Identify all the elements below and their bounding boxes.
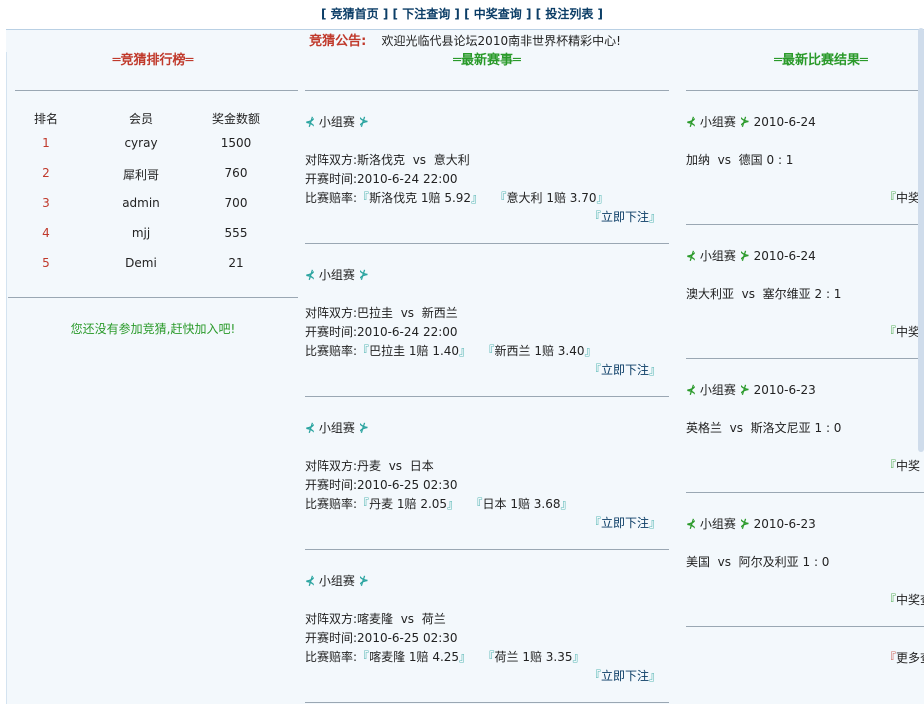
- rank-user: mjj: [131, 226, 151, 240]
- arrow-right-icon: ⊁: [739, 115, 750, 129]
- results-column: ═最新比赛结果═ ⊀ 小组赛 ⊁ 2010-6-24 加纳 vs 德国 0 : …: [686, 52, 924, 704]
- odds-team-a-link[interactable]: 『斯洛伐克 1赔 5.92』: [357, 191, 483, 205]
- nav-home-link[interactable]: 竞猜首页: [331, 7, 379, 21]
- rank-user: admin: [122, 196, 160, 210]
- win-query-link[interactable]: 『中奖: [884, 323, 920, 340]
- ranking-row: 2 犀利哥 760: [42, 166, 248, 182]
- odds-team-a-link[interactable]: 『巴拉圭 1赔 1.40』: [357, 344, 471, 358]
- ranking-row: 1 cyray 1500: [42, 136, 252, 150]
- match-odds: 比赛赔率:『巴拉圭 1赔 1.40』 『新西兰 1赔 3.40』: [305, 344, 597, 358]
- arrow-left-icon: ⊀: [686, 517, 697, 531]
- odds-team-b-link[interactable]: 『日本 1赔 3.68』: [471, 497, 573, 511]
- result-divider: [686, 626, 924, 627]
- result-teams-score: 澳大利亚 vs 塞尔维亚 2 : 1: [686, 287, 842, 301]
- more-results-link[interactable]: 『更多查: [884, 649, 924, 666]
- ranking-bottom-divider: [8, 297, 298, 298]
- match-group-label: ⊀ 小组赛 ⊁: [305, 268, 369, 282]
- result-divider: [686, 358, 924, 359]
- arrow-right-icon: ⊁: [358, 421, 369, 435]
- matches-top-divider: [305, 90, 669, 91]
- win-query-link[interactable]: 『中奖: [884, 189, 920, 206]
- result-group-date: ⊀ 小组赛 ⊁ 2010-6-23: [686, 517, 816, 531]
- arrow-right-icon: ⊁: [739, 249, 750, 263]
- result-teams-score: 英格兰 vs 斯洛文尼亚 1 : 0: [686, 421, 842, 435]
- odds-team-b-link[interactable]: 『意大利 1赔 3.70』: [495, 191, 609, 205]
- bet-now-button[interactable]: 『立即下注』: [589, 361, 661, 378]
- match-group-label: ⊀ 小组赛 ⊁: [305, 421, 369, 435]
- result-group-date: ⊀ 小组赛 ⊁ 2010-6-23: [686, 383, 816, 397]
- arrow-left-icon: ⊀: [686, 249, 697, 263]
- results-top-divider: [686, 90, 924, 91]
- rank-user: 犀利哥: [122, 168, 159, 182]
- result-group-date: ⊀ 小组赛 ⊁ 2010-6-24: [686, 115, 816, 129]
- top-nav: [ 竞猜首页 ] [ 下注查询 ] [ 中奖查询 ] [ 投注列表 ]: [321, 7, 603, 21]
- match-time: 开赛时间:2010-6-24 22:00: [305, 172, 458, 186]
- win-query-link[interactable]: 『中奖查: [884, 591, 924, 608]
- result-divider: [686, 224, 924, 225]
- ranking-row: 4 mjj 555: [42, 226, 248, 240]
- arrow-right-icon: ⊁: [739, 517, 750, 531]
- odds-team-b-link[interactable]: 『新西兰 1赔 3.40』: [483, 344, 597, 358]
- arrow-left-icon: ⊀: [305, 268, 316, 282]
- arrow-right-icon: ⊁: [358, 268, 369, 282]
- match-group-label: ⊀ 小组赛 ⊁: [305, 574, 369, 588]
- result-divider: [686, 492, 924, 493]
- ranking-top-divider: [15, 90, 298, 91]
- odds-team-b-link[interactable]: 『荷兰 1赔 3.35』: [483, 650, 585, 664]
- notice-title: 竞猜公告:: [309, 34, 367, 49]
- arrow-left-icon: ⊀: [305, 115, 316, 129]
- arrow-left-icon: ⊀: [686, 115, 697, 129]
- ranking-row: 5 Demi 21: [42, 256, 244, 270]
- notice-bar: 竞猜公告: 欢迎光临代县论坛2010南非世界杯精彩中心!: [6, 29, 924, 53]
- rank-user: Demi: [125, 256, 157, 270]
- nav-bet-query-link[interactable]: 下注查询: [402, 7, 450, 21]
- matches-column: ═最新赛事═ ⊀ 小组赛 ⊁ 对阵双方:斯洛伐克 vs 意大利 开赛时间:201…: [305, 52, 669, 704]
- match-odds: 比赛赔率:『喀麦隆 1赔 4.25』 『荷兰 1赔 3.35』: [305, 650, 585, 664]
- rank-header-amount: 奖金数额: [211, 112, 260, 126]
- arrow-left-icon: ⊀: [686, 383, 697, 397]
- match-odds: 比赛赔率:『斯洛伐克 1赔 5.92』 『意大利 1赔 3.70』: [305, 191, 609, 205]
- result-teams-score: 美国 vs 阿尔及利亚 1 : 0: [686, 555, 830, 569]
- result-group-date: ⊀ 小组赛 ⊁ 2010-6-24: [686, 249, 816, 263]
- win-query-link[interactable]: 『中奖: [884, 457, 920, 474]
- arrow-right-icon: ⊁: [358, 115, 369, 129]
- arrow-right-icon: ⊁: [358, 574, 369, 588]
- match-divider: [305, 243, 669, 244]
- rank-user: cyray: [124, 136, 158, 150]
- match-divider: [305, 549, 669, 550]
- bet-now-button[interactable]: 『立即下注』: [589, 208, 661, 225]
- match-teams: 对阵双方:斯洛伐克 vs 意大利: [305, 153, 470, 167]
- ranking-header: 排名 会员 奖金数额: [8, 110, 288, 128]
- rank-header-rank: 排名: [33, 112, 58, 126]
- match-teams: 对阵双方:丹麦 vs 日本: [305, 459, 434, 473]
- match-time: 开赛时间:2010-6-24 22:00: [305, 325, 458, 339]
- arrow-left-icon: ⊀: [305, 421, 316, 435]
- ranking-row: 3 admin 700: [42, 196, 248, 210]
- scrollbar[interactable]: [918, 28, 924, 452]
- match-teams: 对阵双方:喀麦隆 vs 荷兰: [305, 612, 446, 626]
- results-title: ═最新比赛结果═: [774, 53, 868, 68]
- match-time: 开赛时间:2010-6-25 02:30: [305, 631, 458, 645]
- nav-win-query-link[interactable]: 中奖查询: [474, 7, 522, 21]
- match-teams: 对阵双方:巴拉圭 vs 新西兰: [305, 306, 458, 320]
- match-group-label: ⊀ 小组赛 ⊁: [305, 115, 369, 129]
- match-divider: [305, 702, 669, 703]
- bet-now-button[interactable]: 『立即下注』: [589, 667, 661, 684]
- match-divider: [305, 396, 669, 397]
- rank-header-user: 会员: [128, 112, 153, 126]
- ranking-column: ═竞猜排行榜═ 排名 会员 奖金数额 1 cyray 1500 2 犀利哥 76…: [8, 52, 298, 704]
- arrow-right-icon: ⊁: [739, 383, 750, 397]
- nav-bet-list-link[interactable]: 投注列表: [545, 7, 593, 21]
- bet-now-button[interactable]: 『立即下注』: [589, 514, 661, 531]
- ranking-title: ═竞猜排行榜═: [112, 53, 194, 68]
- join-prompt: 您还没有参加竞猜,赶快加入吧!: [70, 322, 236, 336]
- notice-text: 欢迎光临代县论坛2010南非世界杯精彩中心!: [381, 34, 621, 48]
- odds-team-a-link[interactable]: 『丹麦 1赔 2.05』: [357, 497, 459, 511]
- match-time: 开赛时间:2010-6-25 02:30: [305, 478, 458, 492]
- arrow-left-icon: ⊀: [305, 574, 316, 588]
- odds-team-a-link[interactable]: 『喀麦隆 1赔 4.25』: [357, 650, 471, 664]
- result-teams-score: 加纳 vs 德国 0 : 1: [686, 153, 794, 167]
- matches-title: ═最新赛事═: [453, 53, 521, 68]
- match-odds: 比赛赔率:『丹麦 1赔 2.05』 『日本 1赔 3.68』: [305, 497, 573, 511]
